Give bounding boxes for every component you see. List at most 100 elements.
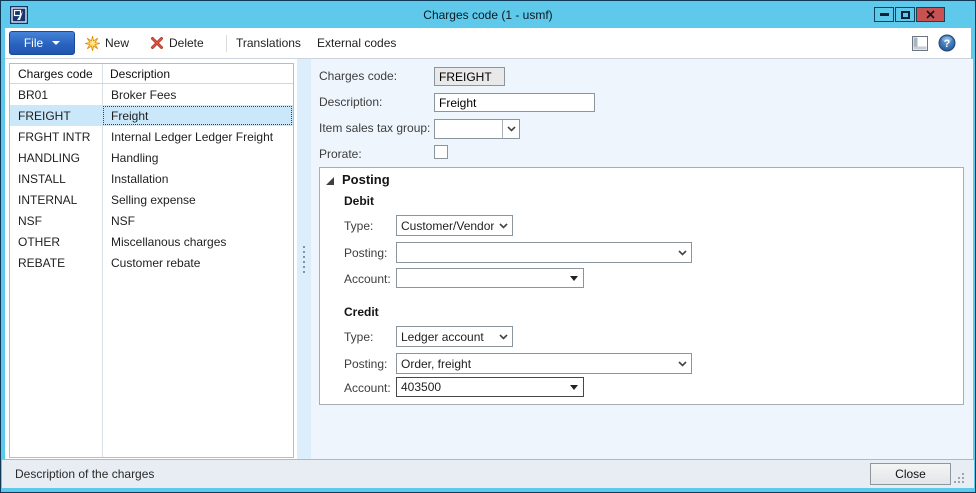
charges-grid: Charges code Description BR01 Broker Fee… <box>9 63 294 458</box>
grid-cell-description: Internal Ledger Ledger Freight <box>111 129 274 144</box>
toolbar: File New Delete Translations External co <box>5 28 971 59</box>
translations-label: Translations <box>236 36 301 50</box>
description-field[interactable] <box>434 93 595 112</box>
help-button[interactable]: ? <box>938 28 956 58</box>
debit-account-label: Account: <box>344 272 391 286</box>
grid-cell-description: Selling expense <box>111 192 196 207</box>
debit-type-combo[interactable]: Customer/Vendor <box>396 215 513 236</box>
credit-account-value: 403500 <box>401 380 442 394</box>
dropdown-button[interactable] <box>502 120 519 138</box>
item-sales-tax-group-label: Item sales tax group: <box>319 121 431 135</box>
charges-code-label: Charges code: <box>319 69 398 83</box>
close-icon <box>926 10 935 19</box>
posting-group: Posting Debit Type: Customer/Vendor Post… <box>319 167 964 405</box>
close-button[interactable]: Close <box>870 463 951 485</box>
grid-cell-description: Broker Fees <box>111 87 177 102</box>
debit-posting-combo[interactable] <box>396 242 692 263</box>
credit-posting-value: Order, freight <box>401 356 472 371</box>
charges-code-field[interactable] <box>434 67 505 86</box>
grid-body: BR01 Broker Fees FREIGHT Freight FRGHT I… <box>10 84 293 273</box>
new-button-label: New <box>105 36 130 50</box>
description-label: Description: <box>319 95 383 109</box>
help-icon: ? <box>938 34 956 52</box>
debit-heading: Debit <box>344 194 374 208</box>
credit-heading: Credit <box>344 305 379 319</box>
chevron-down-icon <box>494 327 512 346</box>
grid-cell-code: FRGHT INTR <box>18 129 91 144</box>
minimize-icon <box>879 13 889 16</box>
credit-account-label: Account: <box>344 381 391 395</box>
table-row[interactable]: BR01 Broker Fees <box>10 84 293 105</box>
debit-posting-label: Posting: <box>344 246 388 260</box>
details-panel: Charges code: Description: Item sales ta… <box>311 59 973 459</box>
delete-button-label: Delete <box>169 36 204 50</box>
file-menu-button[interactable]: File <box>9 31 75 55</box>
maximize-icon <box>900 10 910 19</box>
grid-cell-code: INSTALL <box>18 171 66 186</box>
grid-cell-description: Customer rebate <box>111 255 201 270</box>
chevron-down-icon <box>52 41 61 45</box>
titlebar[interactable]: Charges code (1 - usmf) <box>2 2 974 28</box>
grid-cell-code: REBATE <box>18 255 66 270</box>
grid-cell-code: FREIGHT <box>18 108 71 123</box>
close-window-button[interactable] <box>916 7 945 22</box>
dropdown-arrow-icon <box>565 378 583 396</box>
grid-cell-description: Miscellanous charges <box>111 234 227 249</box>
help-glyph: ? <box>944 38 951 50</box>
status-text: Description of the charges <box>15 467 155 481</box>
grid-cell-description: Handling <box>111 150 159 165</box>
debit-type-value: Customer/Vendor <box>401 218 494 233</box>
window-title: Charges code (1 - usmf) <box>423 8 553 22</box>
charges-list-panel: Charges code Description BR01 Broker Fee… <box>5 59 297 459</box>
tab-translations[interactable]: Translations <box>236 28 301 58</box>
table-row[interactable]: NSF NSF <box>10 210 293 231</box>
maximize-button[interactable] <box>895 7 915 22</box>
credit-type-label: Type: <box>344 330 374 344</box>
tab-external-codes[interactable]: External codes <box>317 28 396 58</box>
collapse-triangle-icon <box>326 177 334 185</box>
panes-button[interactable] <box>912 28 928 58</box>
debit-account-combo[interactable] <box>396 268 584 288</box>
column-header-charges-code[interactable]: Charges code <box>10 64 102 83</box>
item-sales-tax-group-combo[interactable] <box>434 119 520 139</box>
chevron-down-icon <box>506 126 516 132</box>
prorate-label: Prorate: <box>319 147 362 161</box>
file-menu-label: File <box>23 36 44 50</box>
credit-account-combo[interactable]: 403500 <box>396 377 584 397</box>
table-row[interactable]: FREIGHT Freight <box>10 105 293 126</box>
credit-type-value: Ledger account <box>401 329 484 344</box>
credit-posting-label: Posting: <box>344 357 388 371</box>
statusbar: Description of the charges Close <box>2 459 974 488</box>
new-star-icon <box>85 35 100 51</box>
chevron-down-icon <box>673 243 691 262</box>
external-codes-label: External codes <box>317 36 397 50</box>
chevron-down-icon <box>494 216 512 235</box>
table-row[interactable]: REBATE Customer rebate <box>10 252 293 273</box>
grid-header: Charges code Description <box>10 64 293 84</box>
table-row[interactable]: FRGHT INTR Internal Ledger Ledger Freigh… <box>10 126 293 147</box>
table-row[interactable]: INSTALL Installation <box>10 168 293 189</box>
grid-cell-code: OTHER <box>18 234 60 249</box>
grid-cell-description: NSF <box>111 213 135 228</box>
toolbar-separator <box>226 35 227 52</box>
grid-cell-description: Freight <box>102 105 293 126</box>
panel-splitter[interactable] <box>297 59 311 459</box>
table-row[interactable]: INTERNAL Selling expense <box>10 189 293 210</box>
new-button[interactable]: New <box>85 28 129 58</box>
charges-code-window: Charges code (1 - usmf) File New Delete … <box>0 0 976 493</box>
chevron-down-icon <box>673 354 691 373</box>
table-row[interactable]: OTHER Miscellanous charges <box>10 231 293 252</box>
prorate-checkbox[interactable] <box>434 145 448 159</box>
minimize-button[interactable] <box>874 7 894 22</box>
delete-button[interactable]: Delete <box>150 28 204 58</box>
panes-icon <box>912 35 928 51</box>
grid-cell-code: HANDLING <box>18 150 81 165</box>
table-row[interactable]: HANDLING Handling <box>10 147 293 168</box>
debit-type-label: Type: <box>344 219 374 233</box>
column-header-description[interactable]: Description <box>102 64 293 83</box>
grid-cell-code: INTERNAL <box>18 192 78 207</box>
credit-posting-combo[interactable]: Order, freight <box>396 353 692 374</box>
grid-cell-code: BR01 <box>18 87 49 102</box>
resize-grip[interactable] <box>952 471 965 484</box>
credit-type-combo[interactable]: Ledger account <box>396 326 513 347</box>
